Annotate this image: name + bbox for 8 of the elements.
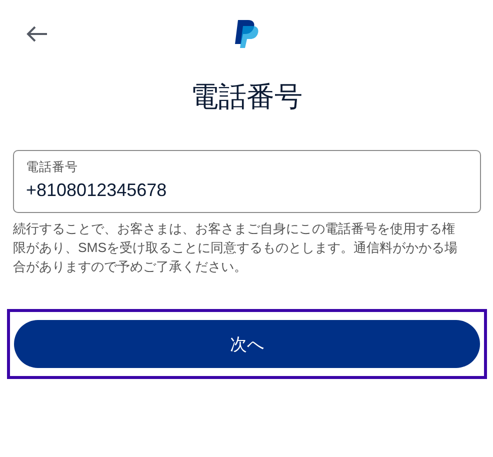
phone-field[interactable]: 電話番号 +8108012345678	[13, 150, 481, 213]
page-title: 電話番号	[190, 80, 302, 114]
consent-text: 続行することで、お客さまは、お客さまご自身にこの電話番号を使用する権限があり、SMSを受け取ることに同意するものとします。通信料がかかる場合がありますので予めご了承ください。	[13, 220, 459, 276]
field-label: 電話番号	[26, 159, 79, 176]
phone-input[interactable]: +8108012345678	[26, 180, 468, 201]
back-arrow-icon	[26, 26, 48, 42]
logo-icon	[234, 19, 260, 49]
next-button[interactable]: 次へ	[14, 320, 480, 368]
